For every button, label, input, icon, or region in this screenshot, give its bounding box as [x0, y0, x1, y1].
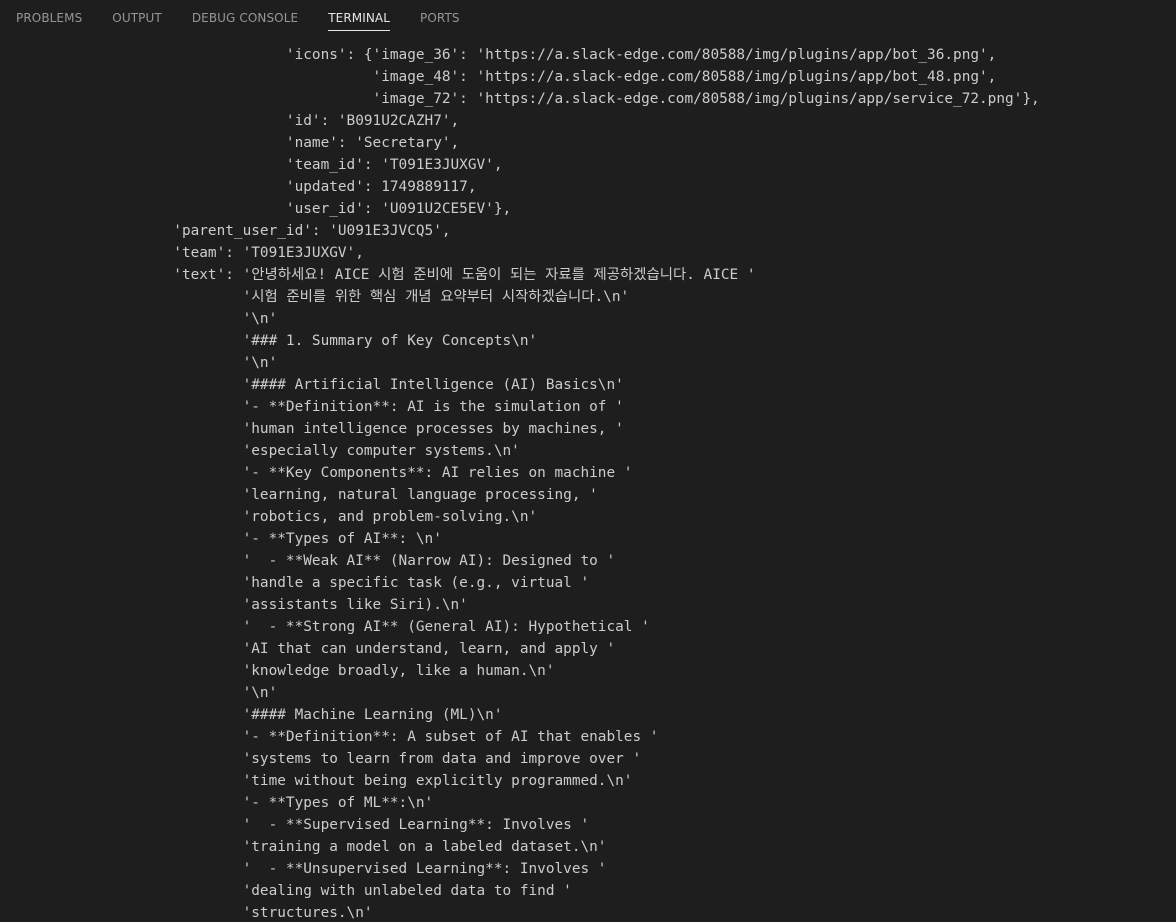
terminal-line: 'especially computer systems.\n' [0, 443, 520, 459]
terminal-line: 'assistants like Siri).\n' [0, 597, 468, 613]
terminal-line: 'image_48': 'https://a.slack-edge.com/80… [0, 69, 997, 85]
terminal-line: 'handle a specific task (e.g., virtual ' [0, 575, 590, 591]
terminal-line: 'knowledge broadly, like a human.\n' [0, 663, 555, 679]
terminal-line: 'learning, natural language processing, … [0, 487, 598, 503]
terminal-line: '#### Artificial Intelligence (AI) Basic… [0, 377, 624, 393]
terminal-line: '- **Types of AI**: \n' [0, 531, 442, 547]
terminal-line: 'parent_user_id': 'U091E3JVCQ5', [0, 223, 451, 239]
terminal-output[interactable]: 'icons': {'image_36': 'https://a.slack-e… [0, 44, 1176, 922]
terminal-line: 'training a model on a labeled dataset.\… [0, 839, 607, 855]
terminal-line: ' - **Strong AI** (General AI): Hypothet… [0, 619, 650, 635]
panel-tab-bar: PROBLEMS OUTPUT DEBUG CONSOLE TERMINAL P… [0, 0, 1176, 36]
terminal-line: 'team_id': 'T091E3JUXGV', [0, 157, 503, 173]
terminal-line: 'time without being explicitly programme… [0, 773, 633, 789]
terminal-line: 'team': 'T091E3JUXGV', [0, 245, 364, 261]
tab-terminal[interactable]: TERMINAL [328, 0, 390, 36]
terminal-line: '#### Machine Learning (ML)\n' [0, 707, 503, 723]
terminal-line: 'name': 'Secretary', [0, 135, 460, 151]
terminal-line: 'user_id': 'U091U2CE5EV'}, [0, 201, 512, 217]
terminal-line: '\n' [0, 685, 278, 701]
tab-debug-console[interactable]: DEBUG CONSOLE [192, 0, 298, 36]
terminal-line: 'id': 'B091U2CAZH7', [0, 113, 460, 129]
terminal-line: 'systems to learn from data and improve … [0, 751, 642, 767]
terminal-line: 'text': '안녕하세요! AICE 시험 준비에 도움이 되는 자료를 제… [0, 267, 756, 283]
terminal-line: 'robotics, and problem-solving.\n' [0, 509, 538, 525]
terminal-line: ' - **Unsupervised Learning**: Involves … [0, 861, 607, 877]
terminal-panel: PROBLEMS OUTPUT DEBUG CONSOLE TERMINAL P… [0, 0, 1176, 922]
terminal-line: '- **Definition**: AI is the simulation … [0, 399, 624, 415]
terminal-line: 'icons': {'image_36': 'https://a.slack-e… [0, 47, 997, 63]
tab-output[interactable]: OUTPUT [112, 0, 162, 36]
terminal-line: '\n' [0, 311, 278, 327]
terminal-line: ' - **Weak AI** (Narrow AI): Designed to… [0, 553, 616, 569]
terminal-line: '- **Key Components**: AI relies on mach… [0, 465, 633, 481]
tab-problems[interactable]: PROBLEMS [16, 0, 82, 36]
terminal-line: 'human intelligence processes by machine… [0, 421, 624, 437]
terminal-line: '- **Types of ML**:\n' [0, 795, 434, 811]
terminal-line: 'image_72': 'https://a.slack-edge.com/80… [0, 91, 1040, 107]
terminal-line: '### 1. Summary of Key Concepts\n' [0, 333, 538, 349]
terminal-line: ' - **Supervised Learning**: Involves ' [0, 817, 590, 833]
tab-ports[interactable]: PORTS [420, 0, 460, 36]
terminal-line: 'dealing with unlabeled data to find ' [0, 883, 572, 899]
terminal-line: 'AI that can understand, learn, and appl… [0, 641, 616, 657]
terminal-line: '\n' [0, 355, 278, 371]
terminal-line: 'structures.\n' [0, 905, 373, 921]
terminal-line: 'updated': 1749889117, [0, 179, 477, 195]
terminal-line: '- **Definition**: A subset of AI that e… [0, 729, 659, 745]
terminal-line: '시험 준비를 위한 핵심 개념 요약부터 시작하겠습니다.\n' [0, 289, 630, 305]
